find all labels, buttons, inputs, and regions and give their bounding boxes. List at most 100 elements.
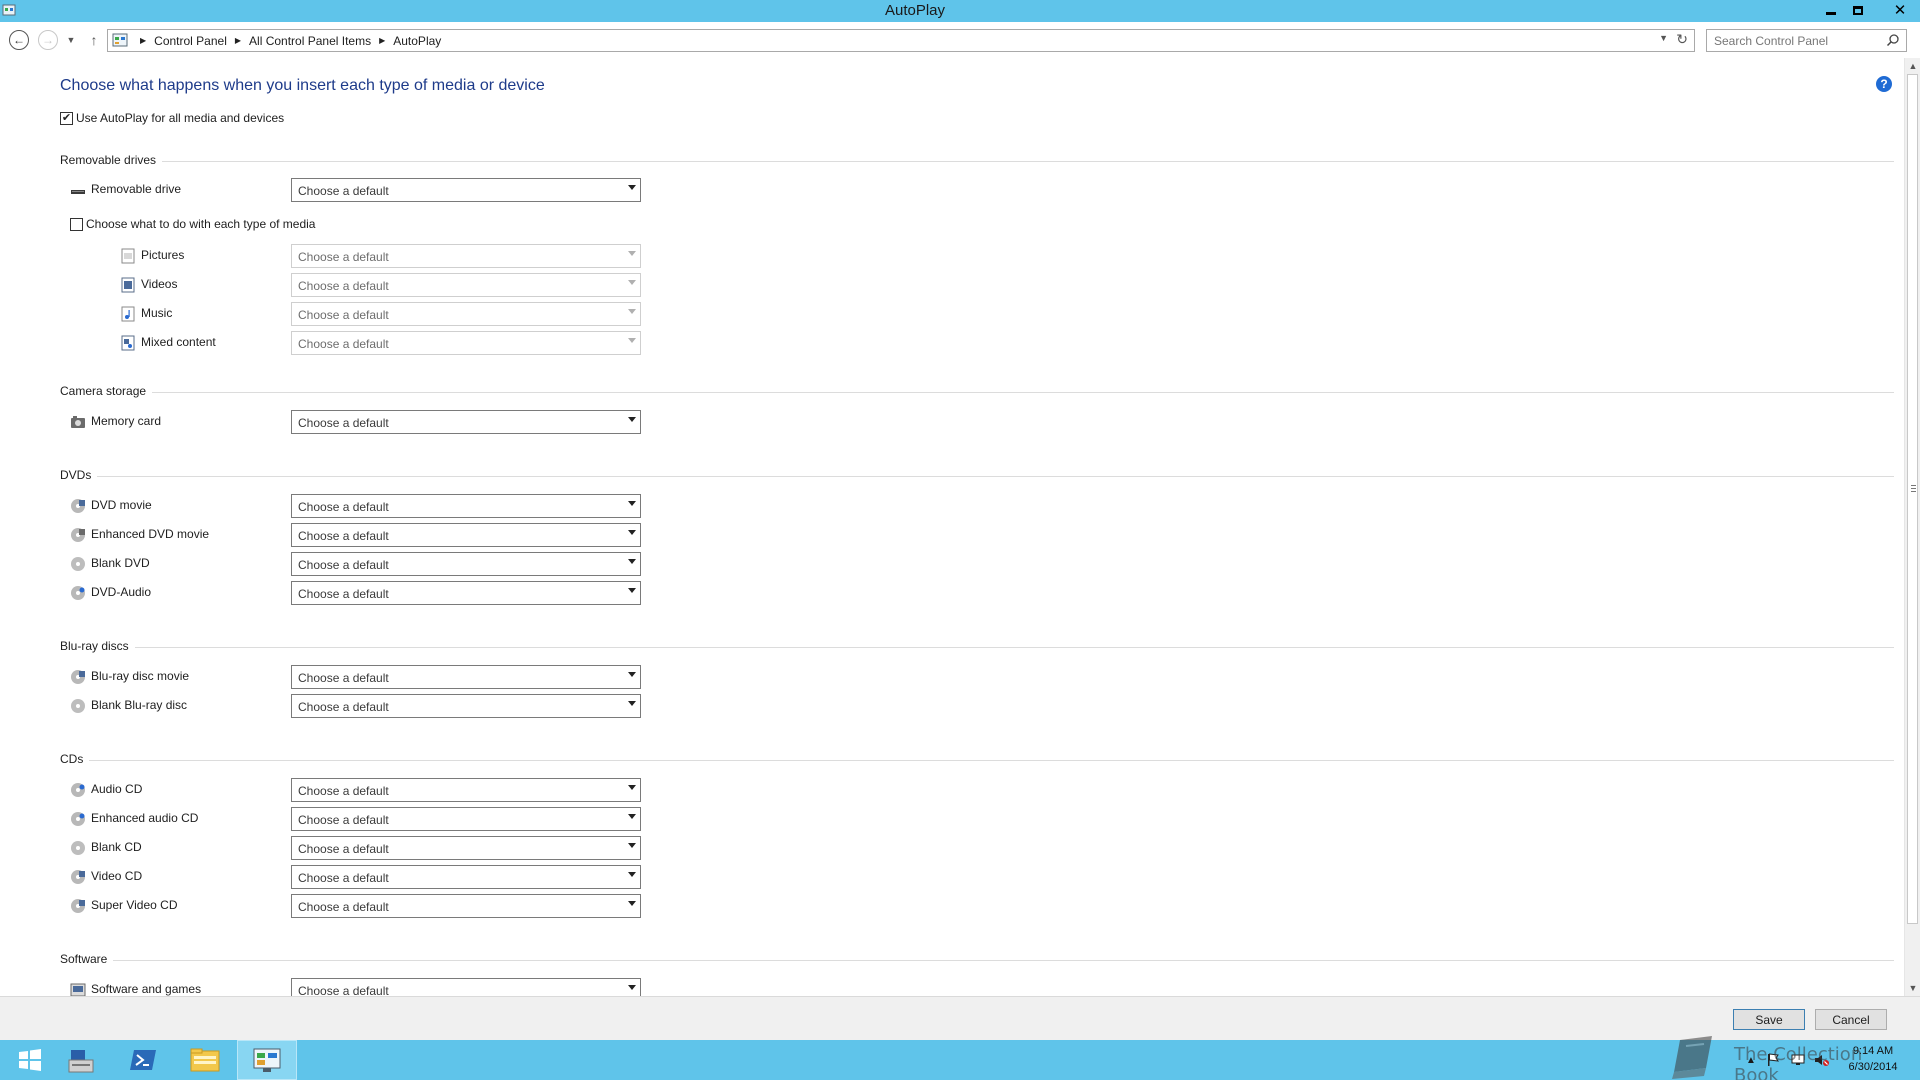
autoplay-settings-panel: ? Choose what happens when you insert ea…: [0, 58, 1904, 996]
row-label: Video CD: [91, 869, 143, 883]
scroll-down-icon[interactable]: ▼: [1905, 980, 1920, 996]
vertical-scrollbar[interactable]: ▲ ▼: [1904, 58, 1920, 996]
powershell-icon: [130, 1050, 156, 1070]
taskbar-server-manager[interactable]: [51, 1040, 111, 1080]
breadcrumb-separator-icon[interactable]: ▶: [140, 36, 146, 45]
page-title: Choose what happens when you insert each…: [60, 77, 545, 94]
enhanced-audio-cd-select[interactable]: Choose a default: [291, 807, 641, 831]
blank-bluray-select[interactable]: Choose a default: [291, 694, 641, 718]
address-history-dropdown-icon[interactable]: ▼: [1659, 33, 1668, 43]
videos-select[interactable]: Choose a default: [291, 273, 641, 297]
save-button[interactable]: Save: [1733, 1009, 1805, 1030]
control-panel-icon: [253, 1048, 281, 1072]
removable-drive-select[interactable]: Choose a default: [291, 178, 641, 202]
close-button[interactable]: ✕: [1882, 0, 1918, 20]
scrollbar-thumb[interactable]: [1907, 74, 1918, 924]
breadcrumb-control-panel[interactable]: Control Panel: [154, 34, 227, 48]
enhanced-dvd-movie-select[interactable]: Choose a default: [291, 523, 641, 547]
taskbar: ▲ 9:14 AM 6/30/2014: [0, 1040, 1920, 1080]
audio-cd-select[interactable]: Choose a default: [291, 778, 641, 802]
video-cd-select[interactable]: Choose a default: [291, 865, 641, 889]
row-label: DVD movie: [91, 498, 152, 512]
pictures-select[interactable]: Choose a default: [291, 244, 641, 268]
dropdown-arrow-icon: [628, 672, 636, 677]
select-value: Choose a default: [298, 871, 389, 885]
enhanced-dvd-icon: [71, 528, 85, 542]
section-title: Blu-ray discs: [60, 639, 135, 653]
blank-cd-select[interactable]: Choose a default: [291, 836, 641, 860]
dropdown-arrow-icon: [628, 501, 636, 506]
use-autoplay-checkbox[interactable]: ✔: [60, 112, 73, 125]
breadcrumb-autoplay[interactable]: AutoPlay: [393, 34, 441, 48]
minimize-button[interactable]: [1818, 0, 1844, 20]
section-removable-drives: Removable drives: [60, 153, 1894, 169]
select-value: Choose a default: [298, 984, 389, 996]
restore-button[interactable]: [1845, 0, 1871, 20]
memory-card-select[interactable]: Choose a default: [291, 410, 641, 434]
taskbar-control-panel[interactable]: [237, 1040, 297, 1080]
forward-button[interactable]: →: [38, 30, 58, 50]
video-cd-icon: [71, 870, 85, 884]
restore-icon: [1853, 5, 1863, 15]
dvd-movie-select[interactable]: Choose a default: [291, 494, 641, 518]
up-button[interactable]: ↑: [84, 30, 104, 50]
super-video-cd-select[interactable]: Choose a default: [291, 894, 641, 918]
dropdown-arrow-icon: [628, 309, 636, 314]
section-divider: [60, 960, 1894, 961]
select-value: Choose a default: [298, 558, 389, 572]
bluray-movie-select[interactable]: Choose a default: [291, 665, 641, 689]
address-bar[interactable]: ▶ Control Panel ▶ All Control Panel Item…: [107, 29, 1695, 52]
blank-dvd-select[interactable]: Choose a default: [291, 552, 641, 576]
minimize-icon: [1826, 11, 1836, 15]
section-cds: CDs: [60, 752, 1894, 768]
server-manager-icon: [68, 1050, 94, 1073]
section-divider: [60, 760, 1894, 761]
select-value: Choose a default: [298, 784, 389, 798]
per-media-label[interactable]: Choose what to do with each type of medi…: [86, 217, 315, 231]
software-games-select[interactable]: Choose a default: [291, 978, 641, 996]
dropdown-arrow-icon: [628, 185, 636, 190]
music-icon: [121, 306, 135, 322]
per-media-checkbox[interactable]: [70, 218, 83, 231]
dropdown-arrow-icon: [628, 701, 636, 706]
select-value: Choose a default: [298, 250, 389, 264]
search-icon[interactable]: [1886, 33, 1900, 47]
bluray-movie-icon: [71, 670, 85, 684]
refresh-icon[interactable]: ↻: [1676, 31, 1688, 48]
section-divider: [60, 392, 1894, 393]
scroll-up-icon[interactable]: ▲: [1905, 58, 1920, 74]
taskbar-file-explorer[interactable]: [175, 1040, 235, 1080]
taskbar-powershell[interactable]: [113, 1040, 173, 1080]
section-dvds: DVDs: [60, 468, 1894, 484]
use-autoplay-label[interactable]: Use AutoPlay for all media and devices: [76, 111, 284, 125]
mixed-content-select[interactable]: Choose a default: [291, 331, 641, 355]
select-value: Choose a default: [298, 587, 389, 601]
help-icon[interactable]: ?: [1876, 76, 1892, 92]
dropdown-arrow-icon: [628, 280, 636, 285]
pictures-icon: [121, 248, 135, 264]
file-explorer-icon: [190, 1048, 220, 1072]
row-label: Software and games: [91, 982, 202, 996]
blank-cd-icon: [71, 841, 85, 855]
section-title: CDs: [60, 752, 90, 766]
search-input[interactable]: [1707, 30, 1877, 51]
section-divider: [60, 161, 1894, 162]
row-label: Super Video CD: [91, 898, 178, 912]
back-button[interactable]: ←: [9, 30, 29, 50]
breadcrumb-separator-icon[interactable]: ▶: [379, 36, 385, 45]
dropdown-arrow-icon: [628, 785, 636, 790]
search-box[interactable]: [1706, 29, 1907, 52]
section-title: Removable drives: [60, 153, 163, 167]
music-select[interactable]: Choose a default: [291, 302, 641, 326]
select-value: Choose a default: [298, 337, 389, 351]
row-label: Blank DVD: [91, 556, 150, 570]
select-value: Choose a default: [298, 900, 389, 914]
dvd-audio-select[interactable]: Choose a default: [291, 581, 641, 605]
section-bluray-discs: Blu-ray discs: [60, 639, 1894, 655]
breadcrumb-separator-icon[interactable]: ▶: [235, 36, 241, 45]
navigation-bar: ← → ▼ ↑ ▶ Control Panel ▶ All Control Pa…: [0, 22, 1920, 58]
cancel-button[interactable]: Cancel: [1815, 1009, 1887, 1030]
recent-locations-button[interactable]: ▼: [64, 30, 78, 50]
breadcrumb-all-items[interactable]: All Control Panel Items: [249, 34, 371, 48]
section-divider: [60, 476, 1894, 477]
